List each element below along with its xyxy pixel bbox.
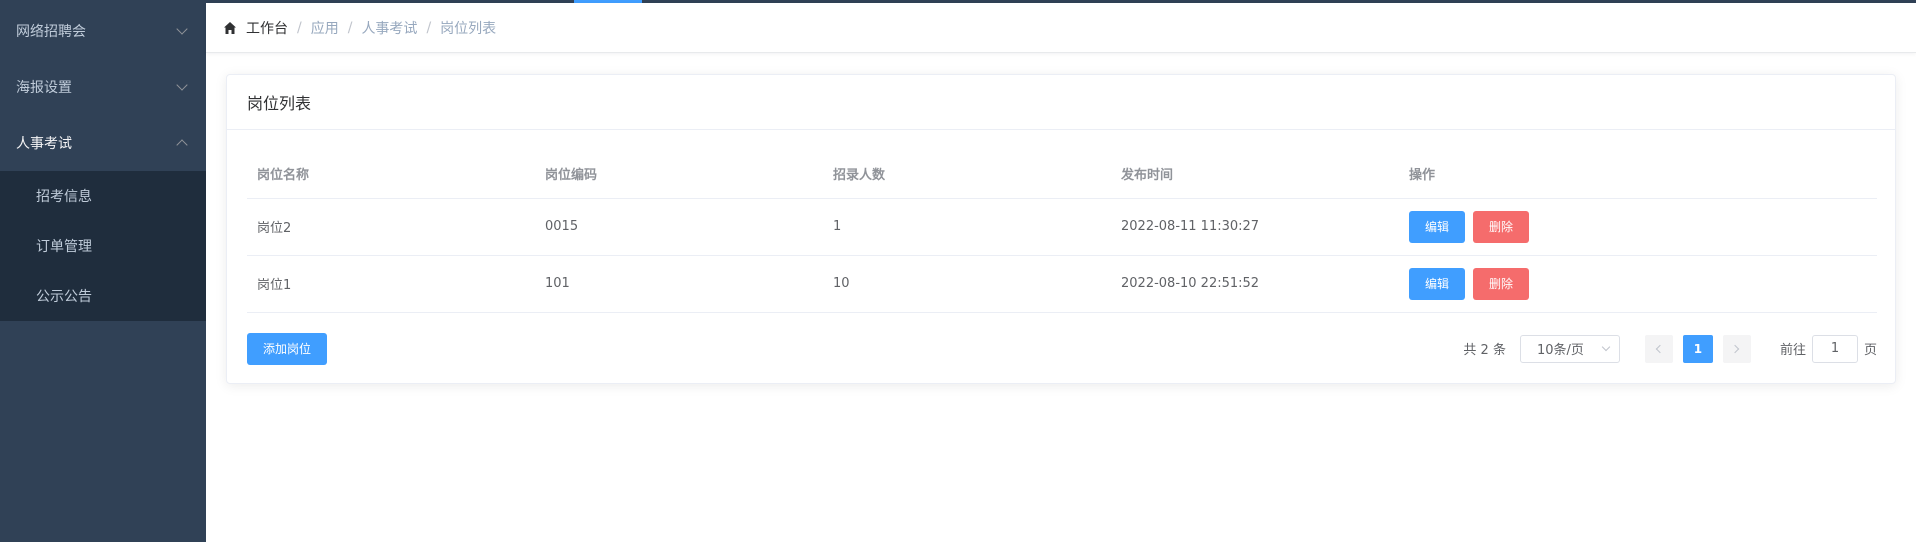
cell-job-name: 岗位2: [247, 198, 535, 256]
sidebar-submenu: 招考信息 订单管理 公示公告: [0, 171, 206, 321]
home-icon: [224, 21, 236, 34]
delete-button[interactable]: 删除: [1473, 210, 1529, 243]
column-header-actions: 操作: [1399, 150, 1877, 199]
chevron-up-icon: [176, 139, 188, 151]
page-size-select[interactable]: 10条/页: [1519, 334, 1620, 363]
page-number-current[interactable]: 1: [1682, 334, 1713, 363]
table-row: 岗位2 0015 1 2022-08-11 11:30:27 编辑 删除: [247, 198, 1877, 256]
column-header-job-code: 岗位编码: [535, 150, 823, 199]
sidebar-item-label: 网络招聘会: [16, 24, 86, 40]
goto-prefix: 前往: [1779, 343, 1806, 358]
add-job-button[interactable]: 添加岗位: [247, 332, 327, 365]
sidebar-subitem-announcements[interactable]: 公示公告: [0, 271, 206, 321]
sidebar-item-poster-settings[interactable]: 海报设置: [0, 59, 206, 115]
cell-headcount: 1: [823, 198, 1111, 256]
job-table: 岗位名称 岗位编码 招录人数 发布时间 操作 岗位2 0015 1 2022-0…: [247, 150, 1877, 313]
sidebar-subitem-label: 招考信息: [36, 189, 92, 205]
breadcrumb-separator: /: [426, 19, 432, 36]
cell-job-code: 0015: [535, 198, 823, 256]
delete-button[interactable]: 删除: [1473, 267, 1529, 300]
cell-headcount: 10: [823, 255, 1111, 313]
chevron-right-icon: [1731, 344, 1740, 353]
cell-publish-time: 2022-08-10 22:51:52: [1111, 255, 1399, 313]
edit-button[interactable]: 编辑: [1409, 267, 1465, 300]
breadcrumb-item-apps[interactable]: 应用: [311, 18, 339, 38]
goto-suffix: 页: [1863, 343, 1877, 358]
column-header-headcount: 招录人数: [823, 150, 1111, 199]
table-footer: 添加岗位 共 2 条 10条/页 1 前往 页: [247, 332, 1877, 365]
edit-button[interactable]: 编辑: [1409, 210, 1465, 243]
breadcrumb-item-workbench[interactable]: 工作台: [246, 18, 288, 38]
pagination-total: 共 2 条: [1463, 343, 1506, 358]
cell-actions: 编辑 删除: [1399, 255, 1877, 313]
cell-job-code: 101: [535, 255, 823, 313]
sidebar-item-job-fair[interactable]: 网络招聘会: [0, 3, 206, 59]
breadcrumb-item-job-list: 岗位列表: [440, 20, 497, 37]
chevron-left-icon: [1656, 344, 1665, 353]
cell-job-name: 岗位1: [247, 255, 535, 313]
table-header-row: 岗位名称 岗位编码 招录人数 发布时间 操作: [247, 150, 1877, 199]
card-body: 岗位名称 岗位编码 招录人数 发布时间 操作 岗位2 0015 1 2022-0…: [227, 130, 1895, 365]
column-header-publish-time: 发布时间: [1111, 150, 1399, 199]
sidebar-subitem-order-management[interactable]: 订单管理: [0, 221, 206, 271]
breadcrumb-separator: /: [347, 19, 353, 36]
prev-page-button[interactable]: [1644, 334, 1673, 363]
sidebar: 网络招聘会 海报设置 人事考试 招考信息 订单管理 公示公告: [0, 3, 206, 542]
sidebar-item-label: 海报设置: [16, 80, 72, 96]
breadcrumb: 工作台 / 应用 / 人事考试 / 岗位列表: [206, 3, 1916, 53]
chevron-down-icon: [176, 23, 188, 35]
sidebar-subitem-exam-info[interactable]: 招考信息: [0, 171, 206, 221]
card-header: 岗位列表: [227, 75, 1895, 130]
job-list-card: 岗位列表 岗位名称 岗位编码 招录人数 发布时间 操作 岗位2 0015 1 2…: [226, 74, 1896, 384]
column-header-job-name: 岗位名称: [247, 150, 535, 199]
sidebar-subitem-label: 订单管理: [36, 239, 92, 255]
pagination: 共 2 条 10条/页 1 前往 页: [1463, 334, 1877, 363]
breadcrumb-item-personnel-exam[interactable]: 人事考试: [361, 18, 417, 38]
sidebar-subitem-label: 公示公告: [36, 289, 92, 305]
page-size-value: 10条/页: [1536, 343, 1584, 358]
sidebar-item-label: 人事考试: [16, 136, 72, 152]
chevron-down-icon: [176, 79, 188, 91]
goto-page-input[interactable]: [1811, 334, 1858, 363]
cell-publish-time: 2022-08-11 11:30:27: [1111, 198, 1399, 256]
next-page-button[interactable]: [1722, 334, 1751, 363]
page-title: 岗位列表: [247, 94, 312, 113]
sidebar-item-personnel-exam[interactable]: 人事考试: [0, 115, 206, 171]
breadcrumb-separator: /: [297, 19, 302, 36]
chevron-down-icon: [1601, 342, 1611, 352]
table-row: 岗位1 101 10 2022-08-10 22:51:52 编辑 删除: [247, 255, 1877, 313]
cell-actions: 编辑 删除: [1399, 198, 1877, 256]
goto-page: 前往 页: [1779, 334, 1877, 363]
